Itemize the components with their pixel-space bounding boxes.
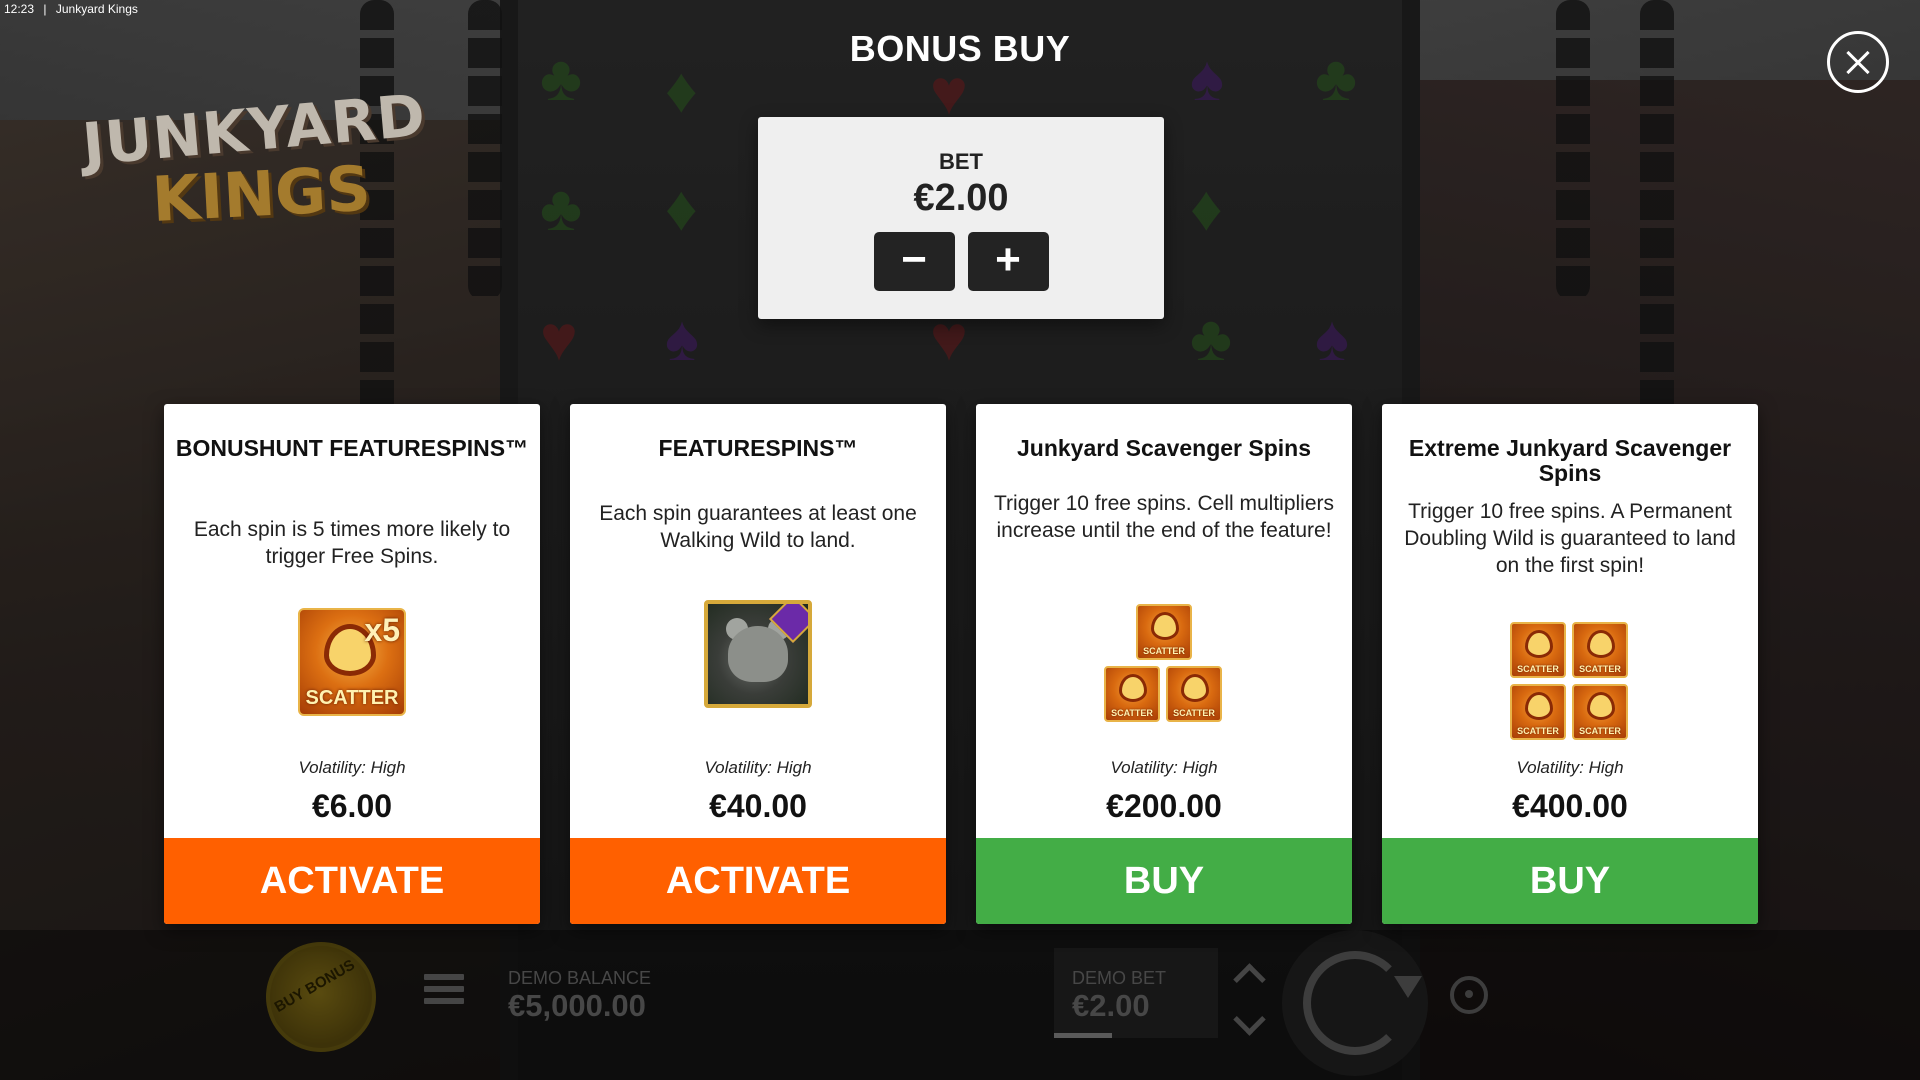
scatter-icon: SCATTER <box>1166 666 1222 722</box>
bonus-card-featurespins: FEATURESPINS™ Each spin guarantees at le… <box>570 404 946 924</box>
increase-bet-button[interactable]: + <box>967 232 1049 291</box>
bonus-card-scavenger-spins: Junkyard Scavenger Spins Trigger 10 free… <box>976 404 1352 924</box>
card-title: BONUSHUNT FEATURESPINS™ <box>175 435 529 461</box>
scatter-x5-icon: x5 SCATTER <box>298 608 406 716</box>
card-price: €40.00 <box>709 788 807 824</box>
bet-controls: − + <box>758 232 1164 291</box>
scatter-multiplier: x5 <box>364 612 400 648</box>
activate-button[interactable]: ACTIVATE <box>164 838 540 924</box>
card-description: Each spin is 5 times more likely to trig… <box>193 518 511 568</box>
activate-button[interactable]: ACTIVATE <box>570 838 946 924</box>
card-volatility: Volatility: High <box>298 758 406 777</box>
scatter-icon: SCATTER <box>1572 622 1628 678</box>
bet-panel-label: BET <box>939 149 983 174</box>
card-title: Extreme Junkyard Scavenger Spins <box>1408 435 1732 486</box>
card-description: Trigger 10 free spins. A Permanent Doubl… <box>1404 500 1736 577</box>
bottom-dim-overlay <box>0 930 1920 1080</box>
bet-panel-value: €2.00 <box>913 177 1009 219</box>
walking-wild-icon <box>704 600 812 708</box>
scatter-label: SCATTER <box>1579 726 1621 736</box>
status-separator: | <box>43 2 47 16</box>
scatter-icon: SCATTER <box>1510 622 1566 678</box>
scatter-icon: SCATTER <box>1136 604 1192 660</box>
bonus-options: BONUSHUNT FEATURESPINS™ Each spin is 5 t… <box>164 404 1758 924</box>
decrease-bet-button[interactable]: − <box>873 232 955 291</box>
card-volatility: Volatility: High <box>1110 758 1218 777</box>
scatter-label: SCATTER <box>1579 664 1621 674</box>
status-bar: 12:23 | Junkyard Kings <box>4 2 138 16</box>
scatter-icon: SCATTER <box>1572 684 1628 740</box>
scatter-label: SCATTER <box>1143 646 1185 656</box>
scatter-icon: SCATTER <box>1104 666 1160 722</box>
scatter-label: SCATTER <box>1173 708 1215 718</box>
close-icon[interactable] <box>1827 31 1889 93</box>
buy-button[interactable]: BUY <box>976 838 1352 924</box>
wild-character <box>728 626 788 682</box>
card-price: €200.00 <box>1106 788 1222 824</box>
card-title: Junkyard Scavenger Spins <box>1016 435 1311 461</box>
buy-button[interactable]: BUY <box>1382 838 1758 924</box>
card-description: Each spin guarantees at least one Walkin… <box>599 502 917 552</box>
bonus-card-extreme-scavenger-spins: Extreme Junkyard Scavenger Spins Trigger… <box>1382 404 1758 924</box>
card-price: €400.00 <box>1512 788 1628 824</box>
bonus-card-bonushunt: BONUSHUNT FEATURESPINS™ Each spin is 5 t… <box>164 404 540 924</box>
scatter-icon: SCATTER <box>1510 684 1566 740</box>
scatter-label: SCATTER <box>1111 708 1153 718</box>
modal-title: BONUS BUY <box>849 28 1071 69</box>
clock: 12:23 <box>4 2 35 16</box>
scatter-label: SCATTER <box>1517 726 1559 736</box>
card-description: Trigger 10 free spins. Cell multipliers … <box>994 492 1335 542</box>
card-price: €6.00 <box>311 788 393 824</box>
card-title: FEATURESPINS™ <box>658 435 858 461</box>
app-name: Junkyard Kings <box>55 2 138 16</box>
card-volatility: Volatility: High <box>1516 758 1624 777</box>
logo-line-2: KINGS <box>150 151 373 237</box>
bet-selector-panel: BET €2.00 − + <box>758 117 1164 319</box>
game-logo: JUNKYARD KINGS <box>80 81 429 237</box>
scatter-label: SCATTER <box>1517 664 1559 674</box>
scatter-label: SCATTER <box>305 687 399 709</box>
card-volatility: Volatility: High <box>704 758 812 777</box>
